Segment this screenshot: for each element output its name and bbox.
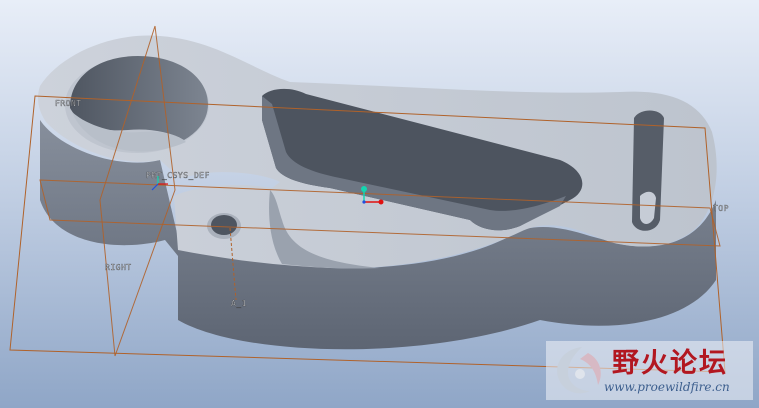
model-viewport[interactable]: FRONT RIGHT TOP PRT_CSYS_DEF A_1 野火论坛 ww… — [0, 0, 759, 408]
datum-label-front[interactable]: FRONT — [55, 99, 82, 108]
watermark-title: 野火论坛 — [612, 348, 728, 379]
flame-logo-icon — [557, 347, 601, 394]
watermark-banner: 野火论坛 www.proewildfire.cn — [546, 341, 753, 400]
datum-label-top[interactable]: TOP — [713, 204, 729, 213]
datum-label-right[interactable]: RIGHT — [105, 263, 132, 272]
axis-label[interactable]: A_1 — [231, 299, 247, 308]
bracket-part[interactable] — [38, 35, 717, 350]
small-hole — [211, 215, 237, 235]
csys-label[interactable]: PRT_CSYS_DEF — [146, 171, 210, 180]
watermark-url: www.proewildfire.cn — [604, 380, 730, 394]
